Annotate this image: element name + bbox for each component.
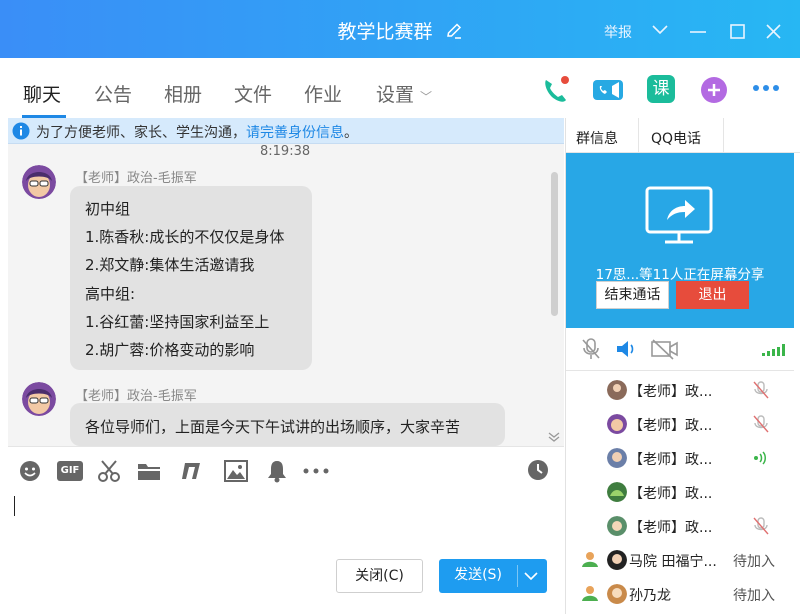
avatar <box>607 584 627 604</box>
member-name: 孙乃龙 <box>629 588 671 604</box>
avatar <box>607 550 627 570</box>
avatar <box>607 448 627 468</box>
member-name: 【老师】政... <box>629 520 713 536</box>
message-sender[interactable]: 【老师】政治-毛振军 <box>75 385 197 404</box>
avatar <box>607 380 627 400</box>
maximize-icon[interactable] <box>730 24 745 39</box>
close-button[interactable]: 关闭(C) <box>336 559 423 593</box>
message-line: 高中组: <box>85 285 136 303</box>
video-icon[interactable] <box>592 77 624 103</box>
mic-muted-icon <box>753 415 769 433</box>
member-name: 【老师】政... <box>629 418 713 434</box>
signal-strength-icon <box>762 344 785 356</box>
close-icon[interactable] <box>766 24 781 39</box>
speaking-icon <box>754 451 766 465</box>
member-status: 待加入 <box>733 588 775 604</box>
share-status-text: 17思...等11人正在屏幕分享 <box>595 267 765 283</box>
message-line: 初中组 <box>85 200 131 218</box>
complete-identity-link[interactable]: 请完善身份信息 <box>246 125 344 141</box>
report-button[interactable]: 举报 <box>604 22 632 42</box>
chevrons-down-icon[interactable] <box>548 432 560 442</box>
notice-message: 为了方便老师、家长、学生沟通， <box>36 125 246 141</box>
notice-suffix: 。 <box>344 125 358 141</box>
chevron-down-icon[interactable] <box>524 572 538 581</box>
folder-icon[interactable] <box>137 461 161 481</box>
tab-divider <box>638 118 639 152</box>
more-icon[interactable] <box>752 84 780 92</box>
chevron-down-icon: ﹀ <box>420 90 433 104</box>
send-divider <box>517 565 518 587</box>
gif-icon[interactable]: GIF <box>57 461 83 481</box>
message-sender[interactable]: 【老师】政治-毛振军 <box>75 167 197 186</box>
member-name: 【老师】政... <box>629 452 713 468</box>
end-call-button[interactable]: 结束通话 <box>596 281 669 309</box>
bell-icon[interactable] <box>266 459 288 483</box>
chat-scrollbar[interactable] <box>551 172 558 316</box>
tab-divider <box>723 118 724 152</box>
music-icon[interactable] <box>180 459 204 483</box>
tab-settings[interactable]: 设置 ﹀ <box>376 80 432 107</box>
avatar <box>607 414 627 434</box>
image-icon[interactable] <box>224 460 248 482</box>
class-icon[interactable]: 课 <box>647 75 675 103</box>
message-line: 各位导师们，上面是今天下午试讲的出场顺序，大家辛苦 <box>85 418 461 436</box>
info-icon <box>12 122 30 140</box>
message-timestamp: 8:19:38 <box>260 144 311 159</box>
more-tools-icon[interactable] <box>303 468 329 474</box>
tab-files[interactable]: 文件 <box>234 80 272 107</box>
member-name: 【老师】政... <box>629 486 713 502</box>
member-name: 马院 田福宁... <box>629 554 717 570</box>
window-title: 教学比赛群 <box>0 17 800 44</box>
member-status: 待加入 <box>733 554 775 570</box>
message-line: 1.谷红蕾:坚持国家利益至上 <box>85 313 270 331</box>
tab-qq-call[interactable]: QQ电话 <box>651 128 701 148</box>
tab-group-info[interactable]: 群信息 <box>576 128 618 148</box>
speaker-icon[interactable] <box>615 338 637 360</box>
divider <box>566 370 794 371</box>
screen-share-icon <box>645 186 713 244</box>
camera-off-icon[interactable] <box>651 338 679 360</box>
history-clock-icon[interactable] <box>527 459 549 481</box>
avatar <box>607 516 627 536</box>
tab-chat[interactable]: 聊天 <box>23 80 61 107</box>
pending-user-icon <box>582 552 598 567</box>
avatar <box>607 482 627 502</box>
send-button[interactable]: 发送(S) <box>439 559 547 593</box>
mic-muted-icon <box>753 517 769 535</box>
chevron-down-icon[interactable] <box>652 25 668 35</box>
exit-button[interactable]: 退出 <box>676 281 749 309</box>
notice-text: 为了方便老师、家长、学生沟通，请完善身份信息。 <box>36 122 358 142</box>
message-line: 1.陈香秋:成长的不仅仅是身体 <box>85 228 285 246</box>
scissors-icon[interactable] <box>97 459 121 483</box>
add-app-icon[interactable] <box>700 76 728 104</box>
send-label: 发送(S) <box>454 567 502 583</box>
mic-muted-icon[interactable] <box>581 338 601 360</box>
message-line: 2.郑文静:集体生活邀请我 <box>85 256 255 274</box>
text-caret <box>14 496 15 516</box>
phone-icon[interactable] <box>540 75 570 105</box>
tab-homework[interactable]: 作业 <box>304 80 342 107</box>
tab-album[interactable]: 相册 <box>164 80 202 107</box>
tab-announcement[interactable]: 公告 <box>94 80 132 107</box>
member-name: 【老师】政... <box>629 384 713 400</box>
message-line: 2.胡广蓉:价格变动的影响 <box>85 341 255 359</box>
tab-settings-label: 设置 <box>376 84 415 106</box>
avatar[interactable] <box>22 382 56 416</box>
group-name: 教学比赛群 <box>337 21 433 43</box>
minimize-icon[interactable] <box>690 30 706 34</box>
pending-user-icon <box>582 586 598 601</box>
avatar[interactable] <box>22 165 56 199</box>
mic-muted-icon <box>753 381 769 399</box>
edit-icon[interactable] <box>445 22 463 40</box>
emoji-icon[interactable] <box>19 460 41 482</box>
